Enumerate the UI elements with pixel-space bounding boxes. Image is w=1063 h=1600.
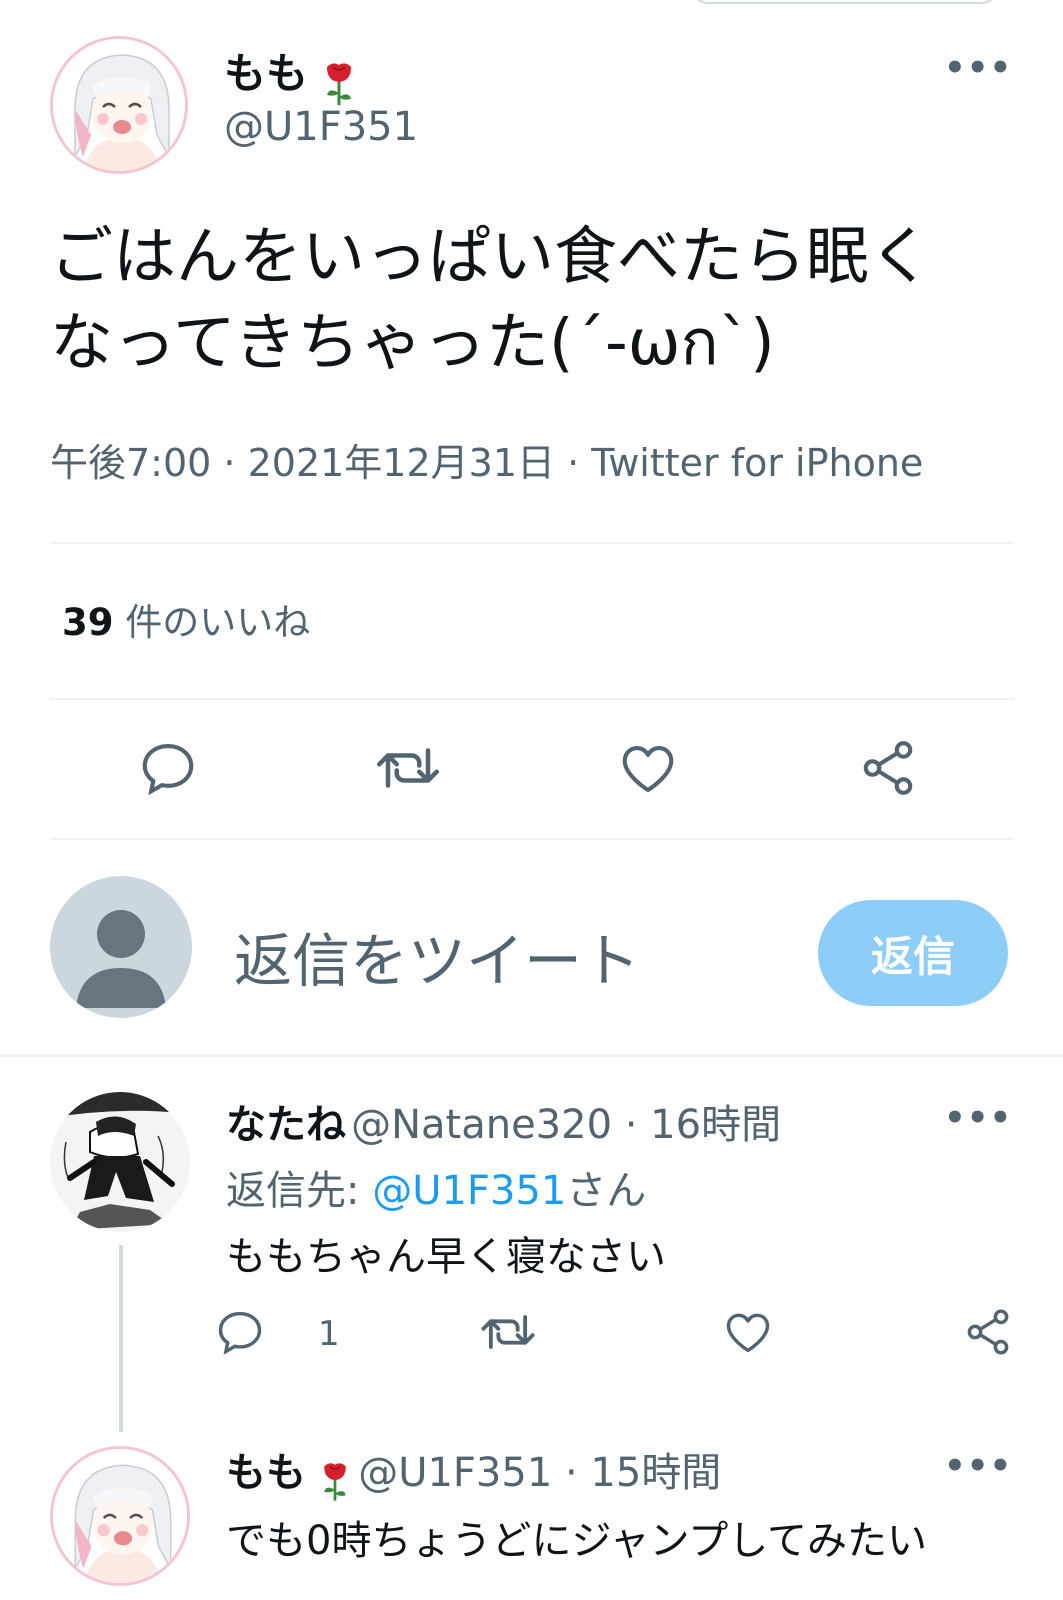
likes-summary[interactable]: 39 件のいいね xyxy=(62,592,310,646)
reply-composer-input[interactable]: 返信をツイート xyxy=(234,914,640,998)
rose-emoji-icon xyxy=(317,1457,353,1507)
reply-to-line: 返信先: @U1F351さん xyxy=(226,1158,646,1216)
tweet-text-line: なってきちゃった(´-ωก`) xyxy=(50,306,775,379)
replier-name[interactable]: もも xyxy=(226,1450,306,1496)
author-handle[interactable]: @U1F351 xyxy=(224,104,418,150)
reply-icon[interactable] xyxy=(128,728,208,808)
meta-separator: · xyxy=(555,441,592,485)
tweet-text: ごはんをいっぱい食べたら眠く なってきちゃった(´-ωก`) xyxy=(50,214,932,386)
anime-girl-avatar-image xyxy=(53,39,185,171)
reply-text: ももちゃん早く寝なさい xyxy=(226,1234,666,1280)
replier-name[interactable]: なたね xyxy=(226,1102,346,1148)
meta-separator: · xyxy=(211,441,248,485)
retweet-icon[interactable] xyxy=(368,728,448,808)
replier-avatar[interactable] xyxy=(50,1092,190,1232)
divider xyxy=(50,542,1014,544)
like-icon[interactable] xyxy=(608,728,688,808)
user-avatar-default xyxy=(50,876,192,1018)
reply-submit-button[interactable]: 返信 xyxy=(818,900,1008,1006)
reply-header: なたね @Natane320 · 16時間 xyxy=(226,1092,781,1150)
likes-count: 39 xyxy=(62,601,114,644)
manga-panel-avatar-image xyxy=(50,1092,190,1232)
replier-handle-time[interactable]: @U1F351 · 15時間 xyxy=(358,1450,721,1496)
author-avatar[interactable] xyxy=(50,1446,190,1586)
author-name[interactable]: もも xyxy=(224,49,308,98)
follow-button-partial[interactable] xyxy=(690,0,1000,4)
tweet-time[interactable]: 午後7:00 xyxy=(50,441,211,485)
share-icon[interactable] xyxy=(848,728,928,808)
reply-header: もも @U1F351 · 15時間 xyxy=(226,1440,721,1507)
reply-count: 1 xyxy=(318,1314,340,1354)
reply-text: でも0時ちょうどにジャンプしてみたい xyxy=(226,1518,928,1564)
thread-connector-line xyxy=(119,1245,123,1432)
reply-icon[interactable] xyxy=(212,1304,268,1360)
reply-to-suffix: さん xyxy=(566,1168,647,1214)
divider xyxy=(50,698,1014,700)
reply-to-label: 返信先: xyxy=(226,1168,373,1214)
default-profile-icon xyxy=(76,910,166,1008)
anime-girl-avatar-image xyxy=(53,1449,187,1583)
like-icon[interactable] xyxy=(720,1304,776,1360)
retweet-icon[interactable] xyxy=(478,1304,538,1360)
reply-to-handle[interactable]: @U1F351 xyxy=(372,1168,566,1214)
likes-label: 件のいいね xyxy=(113,601,311,644)
tweet-text-line: ごはんをいっぱい食べたら眠く xyxy=(50,220,932,293)
tweet-date[interactable]: 2021年12月31日 xyxy=(248,441,555,485)
more-icon[interactable]: ••• xyxy=(944,1446,1012,1486)
section-divider xyxy=(0,1054,1063,1057)
divider xyxy=(50,838,1014,840)
more-icon[interactable]: ••• xyxy=(944,1098,1012,1138)
more-icon[interactable]: ••• xyxy=(944,48,1012,88)
author-avatar[interactable] xyxy=(50,36,188,174)
rose-emoji-icon xyxy=(319,57,359,111)
tweet-meta: 午後7:00 · 2021年12月31日 · Twitter for iPhon… xyxy=(50,432,923,487)
share-icon[interactable] xyxy=(960,1304,1016,1360)
replier-handle-time[interactable]: @Natane320 · 16時間 xyxy=(351,1102,781,1148)
tweet-source[interactable]: Twitter for iPhone xyxy=(591,441,923,485)
